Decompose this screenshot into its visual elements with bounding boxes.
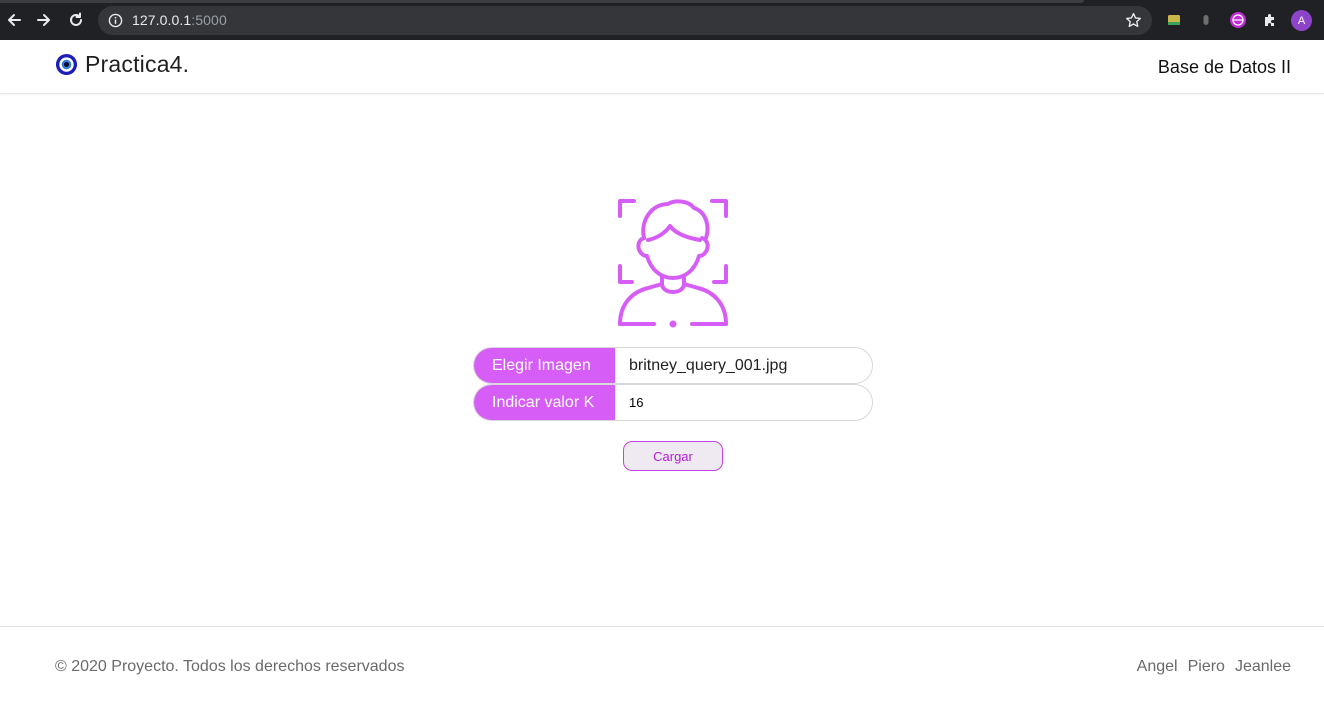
k-value-input[interactable]: 16 — [615, 385, 872, 420]
course-title[interactable]: Base de Datos II — [1158, 57, 1291, 78]
bookmark-star-icon[interactable] — [1125, 12, 1142, 29]
site-footer: © 2020 Proyecto. Todos los derechos rese… — [0, 626, 1324, 704]
image-file-name[interactable]: britney_query_001.jpg — [615, 348, 872, 383]
copyright-text: © 2020 Proyecto. Todos los derechos rese… — [55, 658, 405, 675]
brand[interactable]: Practica4. — [55, 51, 189, 78]
back-icon[interactable] — [2, 8, 26, 32]
address-bar[interactable]: 127.0.0.1:5000 — [98, 6, 1152, 35]
extensions-puzzle-icon[interactable] — [1261, 11, 1279, 29]
k-value-field[interactable]: Indicar valor K 16 — [473, 384, 873, 421]
site-header: Practica4. Base de Datos II — [0, 40, 1324, 94]
profile-avatar[interactable]: A — [1291, 10, 1312, 31]
extension-mouse-icon[interactable] — [1197, 11, 1215, 29]
face-scan-icon — [618, 199, 728, 328]
cargar-button[interactable]: Cargar — [623, 441, 723, 471]
forward-icon[interactable] — [32, 8, 56, 32]
reload-icon[interactable] — [64, 8, 88, 32]
browser-toolbar: 127.0.0.1:5000 A — [0, 0, 1324, 40]
tab-strip-edge — [0, 0, 1084, 3]
author-link-piero[interactable]: Piero — [1188, 658, 1225, 676]
extension-globe-icon[interactable] — [1229, 11, 1247, 29]
eye-logo-icon — [55, 53, 78, 76]
author-links: Angel Piero Jeanlee — [1137, 658, 1291, 676]
author-link-jeanlee[interactable]: Jeanlee — [1235, 658, 1291, 676]
image-picker[interactable]: Elegir Imagen britney_query_001.jpg — [473, 347, 873, 384]
info-icon[interactable] — [108, 13, 123, 28]
url-text: 127.0.0.1:5000 — [132, 12, 227, 28]
image-picker-label[interactable]: Elegir Imagen — [474, 348, 615, 383]
author-link-angel[interactable]: Angel — [1137, 658, 1178, 676]
k-value-label: Indicar valor K — [474, 385, 615, 420]
brand-name: Practica4. — [85, 51, 190, 77]
extension-notes-icon[interactable] — [1165, 11, 1183, 29]
